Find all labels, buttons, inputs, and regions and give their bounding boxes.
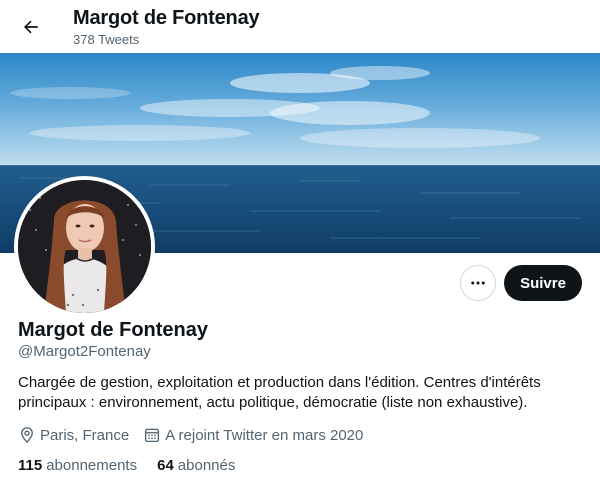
joined-item: A rejoint Twitter en mars 2020	[143, 426, 363, 444]
follow-button[interactable]: Suivre	[504, 265, 582, 301]
back-button[interactable]	[14, 10, 48, 44]
followers-label: abonnés	[177, 457, 236, 474]
following-link[interactable]: 115 abonnements	[18, 457, 137, 474]
joined-text: A rejoint Twitter en mars 2020	[165, 426, 364, 444]
profile-header-bar: Margot de Fontenay 378 Tweets	[0, 0, 600, 53]
location-item: Paris, France	[18, 426, 129, 444]
calendar-icon	[145, 428, 160, 443]
location-pin-icon	[21, 427, 33, 444]
following-count: 115	[18, 457, 43, 474]
followers-count: 64	[157, 457, 174, 474]
more-dots-icon	[471, 281, 485, 285]
header-name: Margot de Fontenay	[73, 7, 260, 29]
avatar-portrait	[18, 180, 151, 313]
more-options-button[interactable]	[460, 265, 496, 301]
user-handle: @Margot2Fontenay	[18, 343, 151, 360]
arrow-left-icon	[24, 20, 38, 34]
avatar-image	[18, 180, 151, 313]
tweet-count: 378 Tweets	[73, 32, 140, 47]
profile-meta: Paris, France A rejoint Twitter en mars …	[18, 425, 377, 445]
followers-link[interactable]: 64 abonnés	[157, 457, 235, 474]
avatar[interactable]	[14, 176, 155, 317]
profile-bio: Chargée de gestion, exploitation et prod…	[18, 374, 541, 411]
display-name: Margot de Fontenay	[18, 319, 209, 341]
location-text: Paris, France	[40, 426, 130, 444]
following-label: abonnements	[46, 457, 138, 474]
follow-stats: 115 abonnements 64 abonnés	[18, 457, 255, 474]
